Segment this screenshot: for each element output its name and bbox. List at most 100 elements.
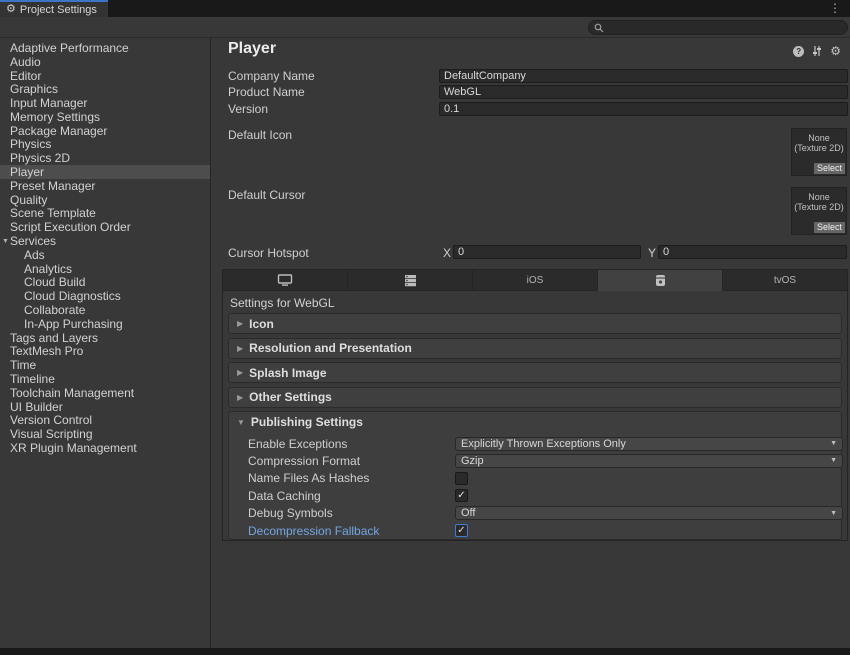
compression-format-dropdown[interactable]: Gzip▼ (455, 454, 843, 468)
data-caching-checkbox[interactable]: ✓ (455, 489, 468, 502)
platform-tab-tvos[interactable]: tvOS (723, 270, 847, 291)
dropdown-value: Explicitly Thrown Exceptions Only (461, 438, 830, 450)
cursor-hotspot-label: Cursor Hotspot (228, 246, 309, 260)
player-settings-panel: Player ? ⚙ Company Name Product Name Ver… (212, 38, 850, 648)
sidebar-item-textmesh-pro[interactable]: TextMesh Pro (0, 345, 210, 359)
sidebar-item-player[interactable]: Player (0, 165, 210, 179)
platform-tab-monitor[interactable] (223, 270, 348, 291)
sidebar-item-label: Input Manager (10, 96, 87, 110)
sidebar-item-quality[interactable]: Quality (0, 193, 210, 207)
window-tab-strip: ⚙ Project Settings ⋮ (0, 0, 850, 17)
sidebar-item-label: Visual Scripting (10, 427, 93, 441)
sidebar-item-timeline[interactable]: Timeline (0, 372, 210, 386)
sidebar-item-analytics[interactable]: Analytics (0, 262, 210, 276)
foldout-icon[interactable]: ▶ Icon (228, 313, 842, 334)
sidebar-item-collaborate[interactable]: Collaborate (0, 303, 210, 317)
platform-tab-server[interactable] (348, 270, 473, 291)
presets-icon[interactable] (811, 45, 823, 57)
publishing-row-data-caching: Data Caching✓ (229, 487, 843, 504)
default-icon-select-button[interactable]: Select (814, 163, 845, 174)
chevron-down-icon: ▼ (237, 418, 245, 427)
sidebar-item-toolchain-management[interactable]: Toolchain Management (0, 386, 210, 400)
product-name-input[interactable] (439, 85, 848, 99)
sidebar-item-services[interactable]: ▼Services (0, 234, 210, 248)
sidebar-item-version-control[interactable]: Version Control (0, 414, 210, 428)
sidebar-item-ads[interactable]: Ads (0, 248, 210, 262)
default-icon-none: None (792, 133, 846, 143)
kebab-menu-icon[interactable]: ⋮ (829, 1, 841, 16)
version-input[interactable] (439, 102, 848, 116)
foldout-publishing-settings[interactable]: ▼Publishing Settings (229, 412, 841, 432)
foldout-other-settings[interactable]: ▶Other Settings (228, 387, 842, 408)
chevron-down-icon: ▼ (830, 440, 837, 447)
debug-symbols-dropdown[interactable]: Off▼ (455, 506, 843, 520)
search-box[interactable] (588, 20, 848, 35)
hotspot-x-input[interactable] (453, 245, 641, 259)
hotspot-y-input[interactable] (658, 245, 847, 259)
sidebar-item-label: TextMesh Pro (10, 344, 83, 358)
default-cursor-select-button[interactable]: Select (814, 222, 845, 233)
publishing-settings-section: ▼Publishing Settings Enable ExceptionsExp… (228, 411, 842, 540)
server-icon (404, 274, 417, 287)
sidebar-item-script-execution-order[interactable]: Script Execution Order (0, 220, 210, 234)
default-icon-type: (Texture 2D) (792, 143, 846, 153)
publishing-row-enable-exceptions: Enable ExceptionsExplicitly Thrown Excep… (229, 435, 843, 452)
settings-gear-icon[interactable]: ⚙ (830, 45, 841, 57)
sidebar-item-scene-template[interactable]: Scene Template (0, 207, 210, 221)
foldout-splash-image[interactable]: ▶Splash Image (228, 362, 842, 383)
sidebar-item-label: Memory Settings (10, 110, 100, 124)
name-files-as-hashes-checkbox[interactable] (455, 472, 468, 485)
sidebar-item-adaptive-performance[interactable]: Adaptive Performance (0, 41, 210, 55)
sidebar-item-preset-manager[interactable]: Preset Manager (0, 179, 210, 193)
sidebar-item-input-manager[interactable]: Input Manager (0, 96, 210, 110)
default-cursor-none: None (792, 192, 846, 202)
row-label: Decompression Fallback (248, 524, 379, 538)
chevron-down-icon[interactable]: ▼ (2, 238, 10, 245)
sidebar-item-physics-2d[interactable]: Physics 2D (0, 151, 210, 165)
decompression-fallback-checkbox[interactable]: ✓ (455, 524, 468, 537)
sidebar-item-label: Adaptive Performance (10, 41, 129, 55)
help-icon[interactable]: ? (793, 46, 804, 57)
sidebar-item-ui-builder[interactable]: UI Builder (0, 400, 210, 414)
sidebar-item-xr-plugin-management[interactable]: XR Plugin Management (0, 441, 210, 455)
enable-exceptions-dropdown[interactable]: Explicitly Thrown Exceptions Only▼ (455, 437, 843, 451)
chevron-right-icon: ▶ (237, 319, 243, 328)
default-cursor-texture-well[interactable]: None (Texture 2D) Select (791, 187, 847, 235)
version-label: Version (228, 102, 268, 116)
sidebar-item-tags-and-layers[interactable]: Tags and Layers (0, 331, 210, 345)
sidebar-item-editor[interactable]: Editor (0, 69, 210, 83)
platform-tab-ios[interactable]: iOS (473, 270, 598, 291)
sidebar-item-graphics[interactable]: Graphics (0, 82, 210, 96)
sidebar-item-label: Script Execution Order (10, 220, 131, 234)
sidebar-item-package-manager[interactable]: Package Manager (0, 124, 210, 138)
sidebar-item-label: Tags and Layers (10, 331, 98, 345)
default-icon-texture-well[interactable]: None (Texture 2D) Select (791, 128, 847, 176)
page-title: Player (228, 40, 276, 58)
company-name-input[interactable] (439, 69, 848, 83)
sidebar-item-time[interactable]: Time (0, 358, 210, 372)
platform-tab-webgl[interactable] (598, 270, 723, 291)
row-label: Name Files As Hashes (248, 471, 369, 485)
sidebar-item-in-app-purchasing[interactable]: In-App Purchasing (0, 317, 210, 331)
search-input[interactable] (607, 22, 842, 34)
sidebar-item-label: Physics 2D (10, 151, 70, 165)
sidebar-item-physics[interactable]: Physics (0, 138, 210, 152)
foldout-resolution-and-presentation[interactable]: ▶Resolution and Presentation (228, 338, 842, 359)
sidebar-item-cloud-diagnostics[interactable]: Cloud Diagnostics (0, 289, 210, 303)
row-label: Compression Format (248, 454, 360, 468)
foldout-label: Icon (249, 317, 274, 331)
product-name-label: Product Name (228, 85, 305, 99)
sidebar-item-visual-scripting[interactable]: Visual Scripting (0, 427, 210, 441)
sidebar-item-label: Preset Manager (10, 179, 95, 193)
publishing-row-compression-format: Compression Format Gzip▼ (229, 452, 843, 469)
platform-tab-bar: iOS tvOS (223, 270, 847, 291)
tab-project-settings[interactable]: ⚙ Project Settings (0, 0, 108, 17)
sidebar-item-audio[interactable]: Audio (0, 55, 210, 69)
sidebar-item-memory-settings[interactable]: Memory Settings (0, 110, 210, 124)
dropdown-value: Gzip (461, 455, 830, 467)
webgl-icon (655, 274, 666, 287)
platform-tab-label: tvOS (774, 275, 796, 286)
sidebar-item-label: Time (10, 358, 36, 372)
sidebar-item-cloud-build[interactable]: Cloud Build (0, 276, 210, 290)
chevron-down-icon: ▼ (830, 510, 837, 517)
